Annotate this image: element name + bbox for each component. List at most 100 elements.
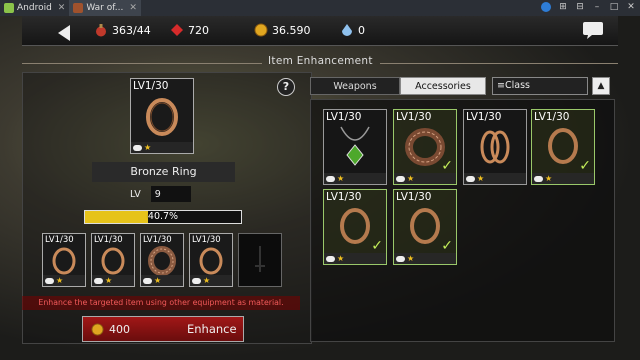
target-item-slot[interactable]: LV1/30 ★ <box>130 78 194 154</box>
close-icon[interactable]: ✕ <box>129 3 137 13</box>
level-row: LV 9 <box>130 185 196 203</box>
inventory-item[interactable]: LV1/30 ★ <box>463 109 527 185</box>
material-slot[interactable]: LV1/30 ★ <box>189 233 233 287</box>
item-level: LV1/30 <box>143 235 172 245</box>
game-icon <box>73 3 84 13</box>
star-icon: ★ <box>407 253 415 263</box>
potion-icon <box>96 24 106 37</box>
tab-game[interactable]: War of... ✕ <box>69 0 141 16</box>
level-label: LV <box>130 188 141 200</box>
item-footer: ★ <box>43 275 85 286</box>
checkmark-icon: ✓ <box>441 238 453 254</box>
sort-toggle-button[interactable]: ▲ <box>592 77 610 95</box>
back-arrow-icon <box>58 25 70 41</box>
tab-accessories[interactable]: Accessories <box>400 77 486 95</box>
window-controls: ⊞ ⊟ – □ ✕ <box>541 2 636 12</box>
class-filter-dropdown[interactable]: ≡Class <box>492 77 588 95</box>
item-level: LV1/30 <box>133 80 169 92</box>
item-level: LV1/30 <box>192 235 221 245</box>
ruby-icon <box>171 24 183 36</box>
tab-game-label: War of... <box>86 3 124 13</box>
item-level: LV1/30 <box>466 111 502 123</box>
double-ring-icon <box>480 130 510 164</box>
binding-icon <box>396 255 405 262</box>
binding-icon <box>133 144 142 151</box>
star-icon: ★ <box>154 275 162 285</box>
bracelet-icon <box>148 246 176 276</box>
potion-stat: 363/44 <box>94 23 151 37</box>
binding-icon <box>326 255 335 262</box>
star-icon: ★ <box>477 173 485 183</box>
android-icon <box>4 3 14 13</box>
browser-icon[interactable] <box>541 2 551 12</box>
star-icon: ★ <box>203 275 211 285</box>
checkmark-icon: ✓ <box>441 158 453 174</box>
item-level: LV1/30 <box>534 111 570 123</box>
minimize-icon[interactable]: – <box>592 2 602 12</box>
gem-icon <box>342 24 352 36</box>
item-level: LV1/30 <box>94 235 123 245</box>
enhance-cost: 400 <box>91 323 153 336</box>
enhance-progress-bar: 40.7% <box>84 210 242 224</box>
binding-icon <box>94 277 103 284</box>
item-footer: ★ <box>394 173 456 184</box>
menu-icon: ≡ <box>497 80 505 91</box>
item-level: LV1/30 <box>326 191 362 203</box>
warning-text: Enhance the targeted item using other eq… <box>22 296 300 310</box>
material-slot[interactable]: LV1/30 ★ <box>91 233 135 287</box>
progress-text: 40.7% <box>147 211 179 222</box>
ring-icon <box>101 247 125 275</box>
binding-icon <box>143 277 152 284</box>
tab-android-label: Android <box>17 3 52 13</box>
potion-value: 363/44 <box>112 23 151 37</box>
ruby-value: 720 <box>188 23 209 37</box>
sword-silhouette-icon <box>255 246 265 272</box>
star-icon: ★ <box>337 173 345 183</box>
help-button[interactable]: ? <box>277 78 295 96</box>
tab-weapons[interactable]: Weapons <box>310 77 400 95</box>
item-name: Bronze Ring <box>92 162 235 182</box>
gold-value: 36.590 <box>272 23 311 37</box>
necklace-icon <box>340 126 370 166</box>
close-window-icon[interactable]: ✕ <box>626 2 636 12</box>
chat-icon <box>583 22 603 39</box>
close-icon[interactable]: ✕ <box>58 3 66 13</box>
star-icon: ★ <box>337 253 345 263</box>
gold-coin-icon <box>254 23 268 37</box>
binding-icon <box>45 277 54 284</box>
item-footer: ★ <box>394 253 456 264</box>
tab-android[interactable]: Android ✕ <box>0 0 69 16</box>
item-level: LV1/30 <box>45 235 74 245</box>
item-footer: ★ <box>141 275 183 286</box>
gem-stat: 0 <box>340 23 365 37</box>
gem-value: 0 <box>358 23 365 37</box>
star-icon: ★ <box>545 173 553 183</box>
gold-coin-icon <box>91 322 104 336</box>
inventory-item[interactable]: LV1/30 ✓ ★ <box>531 109 595 185</box>
pin-icon[interactable]: ⊞ <box>558 2 568 12</box>
material-slot[interactable]: LV1/30 ★ <box>42 233 86 287</box>
binding-icon <box>326 175 335 182</box>
material-slot[interactable]: LV1/30 ★ <box>140 233 184 287</box>
enhance-button[interactable]: 400 Enhance <box>82 316 244 342</box>
enhance-label: Enhance <box>187 322 237 336</box>
inventory-item[interactable]: LV1/30 ✓ ★ <box>323 189 387 265</box>
ring-icon <box>52 247 76 275</box>
item-footer: ★ <box>532 173 594 184</box>
network-icon[interactable]: ⊟ <box>575 2 585 12</box>
back-button[interactable] <box>44 20 86 46</box>
item-footer: ★ <box>324 173 386 184</box>
item-footer: ★ <box>190 275 232 286</box>
inventory-item[interactable]: LV1/30 ★ <box>323 109 387 185</box>
item-level: LV1/30 <box>326 111 362 123</box>
item-footer: ★ <box>464 173 526 184</box>
item-level: LV1/30 <box>396 111 432 123</box>
checkmark-icon: ✓ <box>579 158 591 174</box>
cost-value: 400 <box>109 322 130 336</box>
empty-material-slot[interactable] <box>238 233 282 287</box>
chat-button[interactable] <box>580 19 606 41</box>
inventory-item[interactable]: LV1/30 ✓ ★ <box>393 109 457 185</box>
ruby-stat: 720 <box>170 23 209 37</box>
maximize-icon[interactable]: □ <box>609 2 619 12</box>
inventory-item[interactable]: LV1/30 ✓ ★ <box>393 189 457 265</box>
